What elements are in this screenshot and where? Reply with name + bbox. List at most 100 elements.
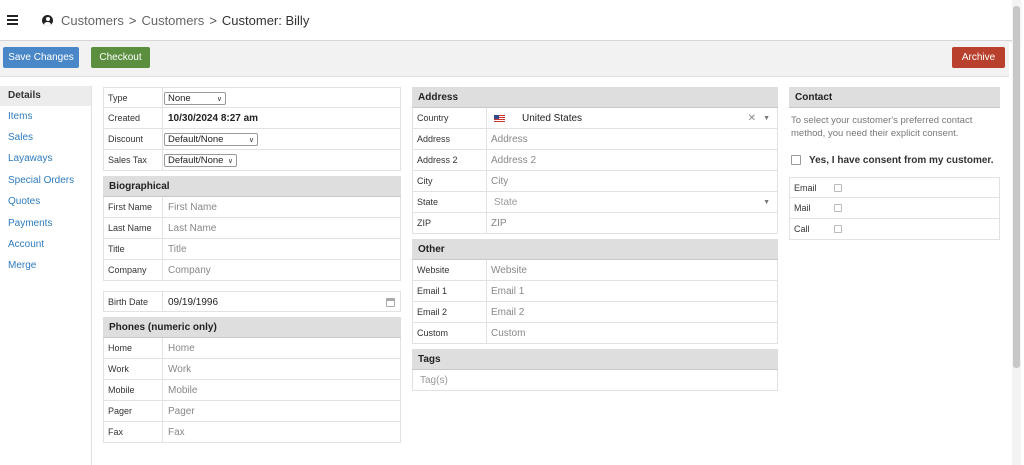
- sidebar-nav: Details Items Sales Layaways Special Ord…: [0, 86, 92, 465]
- country-select[interactable]: United States: [522, 108, 582, 129]
- calendar-icon[interactable]: [386, 298, 395, 307]
- chevron-down-icon: ∨: [216, 96, 222, 103]
- custom-row: Custom Custom: [412, 323, 778, 344]
- email-2-label: Email 2: [417, 307, 448, 317]
- country-row: Country United States ✕ ▼: [412, 108, 778, 129]
- home-phone-input[interactable]: Home: [168, 338, 195, 359]
- website-input[interactable]: Website: [491, 260, 527, 281]
- contact-column: Contact To select your customer's prefer…: [789, 87, 1000, 240]
- user-icon: [42, 15, 53, 26]
- tags-input[interactable]: Tag(s): [420, 370, 448, 391]
- type-row: Type None ∨: [103, 87, 401, 108]
- fax-input[interactable]: Fax: [168, 422, 185, 443]
- menu-icon[interactable]: [7, 15, 18, 25]
- birth-date-row: Birth Date 09/19/1996: [103, 291, 401, 312]
- archive-button[interactable]: Archive: [952, 47, 1005, 68]
- us-flag-icon: [494, 115, 505, 122]
- details-column: Type None ∨ Created 10/30/2024 8:27 am Di…: [103, 87, 401, 443]
- breadcrumb-link-customers[interactable]: Customers: [61, 13, 124, 28]
- breadcrumb-separator: >: [128, 13, 137, 28]
- zip-input[interactable]: ZIP: [491, 213, 507, 234]
- checkout-button[interactable]: Checkout: [91, 47, 150, 68]
- mobile-phone-input[interactable]: Mobile: [168, 380, 197, 401]
- city-input[interactable]: City: [491, 171, 508, 192]
- sidebar-item-account[interactable]: Account: [0, 235, 91, 255]
- address-label: Address: [417, 134, 451, 144]
- contact-mail-row: Mail: [789, 198, 1000, 219]
- address-2-input[interactable]: Address 2: [491, 150, 536, 171]
- email-2-input[interactable]: Email 2: [491, 302, 524, 323]
- city-row: City City: [412, 171, 778, 192]
- website-label: Website: [417, 265, 450, 275]
- fax-row: Fax Fax: [103, 422, 401, 443]
- created-value: 10/30/2024 8:27 am: [168, 113, 259, 124]
- title-input[interactable]: Title: [168, 239, 187, 260]
- first-name-input[interactable]: First Name: [168, 197, 217, 218]
- birth-date-input[interactable]: 09/19/1996: [168, 292, 218, 313]
- consent-label[interactable]: Yes, I have consent from my customer.: [809, 155, 994, 166]
- sales-tax-label: Sales Tax: [108, 155, 147, 165]
- mobile-phone-row: Mobile Mobile: [103, 380, 401, 401]
- custom-label: Custom: [417, 328, 449, 338]
- scrollbar-thumb[interactable]: [1013, 6, 1020, 368]
- page-scrollbar[interactable]: [1012, 0, 1021, 465]
- fax-label: Fax: [108, 427, 124, 437]
- email-2-row: Email 2 Email 2: [412, 302, 778, 323]
- state-label: State: [417, 197, 439, 207]
- caret-down-icon[interactable]: ▼: [763, 108, 770, 129]
- sidebar-item-merge[interactable]: Merge: [0, 256, 91, 276]
- biographical-header: Biographical: [103, 176, 401, 197]
- address-header: Address: [412, 87, 778, 108]
- city-label: City: [417, 176, 433, 186]
- contact-header: Contact: [789, 87, 1000, 108]
- contact-call-checkbox[interactable]: [834, 225, 842, 233]
- last-name-label: Last Name: [108, 223, 152, 233]
- email-1-input[interactable]: Email 1: [491, 281, 524, 302]
- breadcrumb-link-customers-2[interactable]: Customers: [141, 13, 204, 28]
- work-phone-input[interactable]: Work: [168, 359, 191, 380]
- sales-tax-row: Sales Tax Default/None ∨: [103, 150, 401, 171]
- email-1-row: Email 1 Email 1: [412, 281, 778, 302]
- discount-select-value: Default/None: [168, 134, 224, 145]
- address-input[interactable]: Address: [491, 129, 528, 150]
- pager-input[interactable]: Pager: [168, 401, 195, 422]
- sales-tax-select-value: Default/None: [168, 155, 224, 166]
- contact-call-label: Call: [794, 224, 810, 234]
- work-phone-row: Work Work: [103, 359, 401, 380]
- consent-description: To select your customer's preferred cont…: [791, 115, 973, 139]
- address-2-label: Address 2: [417, 155, 458, 165]
- state-row: State State ▼: [412, 192, 778, 213]
- last-name-input[interactable]: Last Name: [168, 218, 216, 239]
- sidebar-item-quotes[interactable]: Quotes: [0, 192, 91, 212]
- sidebar-item-layaways[interactable]: Layaways: [0, 149, 91, 169]
- company-input[interactable]: Company: [168, 260, 211, 281]
- consent-checkbox[interactable]: [791, 155, 801, 165]
- top-bar: Customers > Customers > Customer: Billy: [0, 0, 1021, 41]
- website-row: Website Website: [412, 260, 778, 281]
- country-label: Country: [417, 113, 449, 123]
- company-label: Company: [108, 265, 147, 275]
- work-phone-label: Work: [108, 364, 129, 374]
- other-header: Other: [412, 239, 778, 260]
- save-changes-button[interactable]: Save Changes: [3, 47, 79, 68]
- clear-icon[interactable]: ✕: [748, 108, 756, 129]
- zip-row: ZIP ZIP: [412, 213, 778, 234]
- type-select[interactable]: None ∨: [164, 92, 226, 105]
- breadcrumb: Customers > Customers > Customer: Billy: [61, 13, 309, 28]
- discount-select[interactable]: Default/None ∨: [164, 133, 258, 146]
- contact-mail-checkbox[interactable]: [834, 204, 842, 212]
- sales-tax-select[interactable]: Default/None ∨: [164, 154, 237, 167]
- chevron-down-icon: ∨: [227, 158, 233, 165]
- contact-email-checkbox[interactable]: [834, 184, 842, 192]
- title-row: Title Title: [103, 239, 401, 260]
- custom-input[interactable]: Custom: [491, 323, 525, 344]
- state-select[interactable]: State: [494, 192, 517, 213]
- type-select-value: None: [168, 93, 191, 104]
- sidebar-item-items[interactable]: Items: [0, 107, 91, 127]
- sidebar-item-special-orders[interactable]: Special Orders: [0, 171, 91, 191]
- caret-down-icon[interactable]: ▼: [763, 192, 770, 213]
- sidebar-item-sales[interactable]: Sales: [0, 128, 91, 148]
- sidebar-item-payments[interactable]: Payments: [0, 214, 91, 234]
- sidebar-item-details[interactable]: Details: [0, 86, 91, 106]
- address-column: Address Country United States ✕ ▼ Addres…: [412, 87, 778, 391]
